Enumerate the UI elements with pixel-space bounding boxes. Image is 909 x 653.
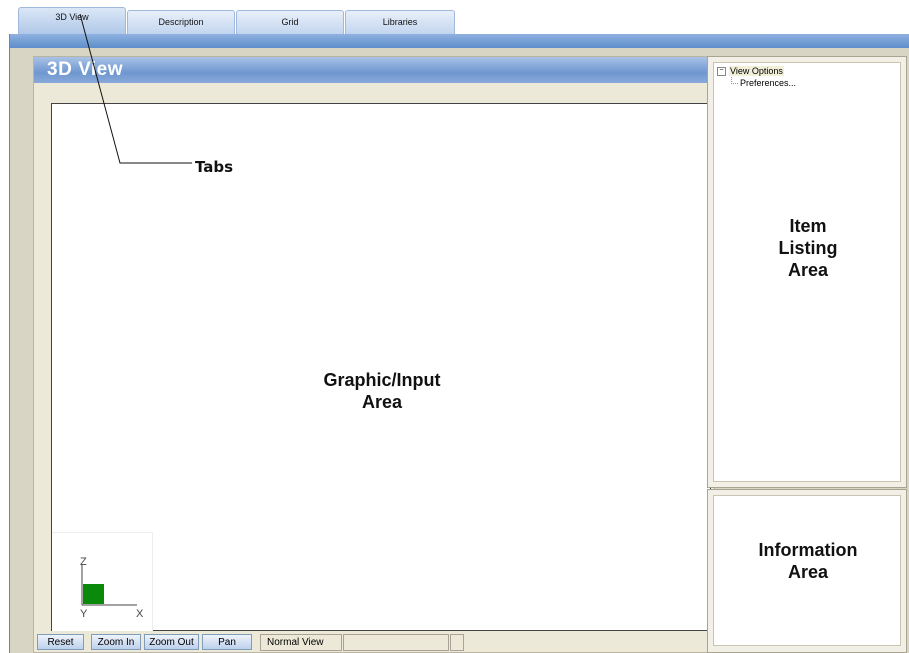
tabs-callout-label: Tabs [195, 158, 234, 176]
tabs-callout-line [79, 13, 192, 164]
